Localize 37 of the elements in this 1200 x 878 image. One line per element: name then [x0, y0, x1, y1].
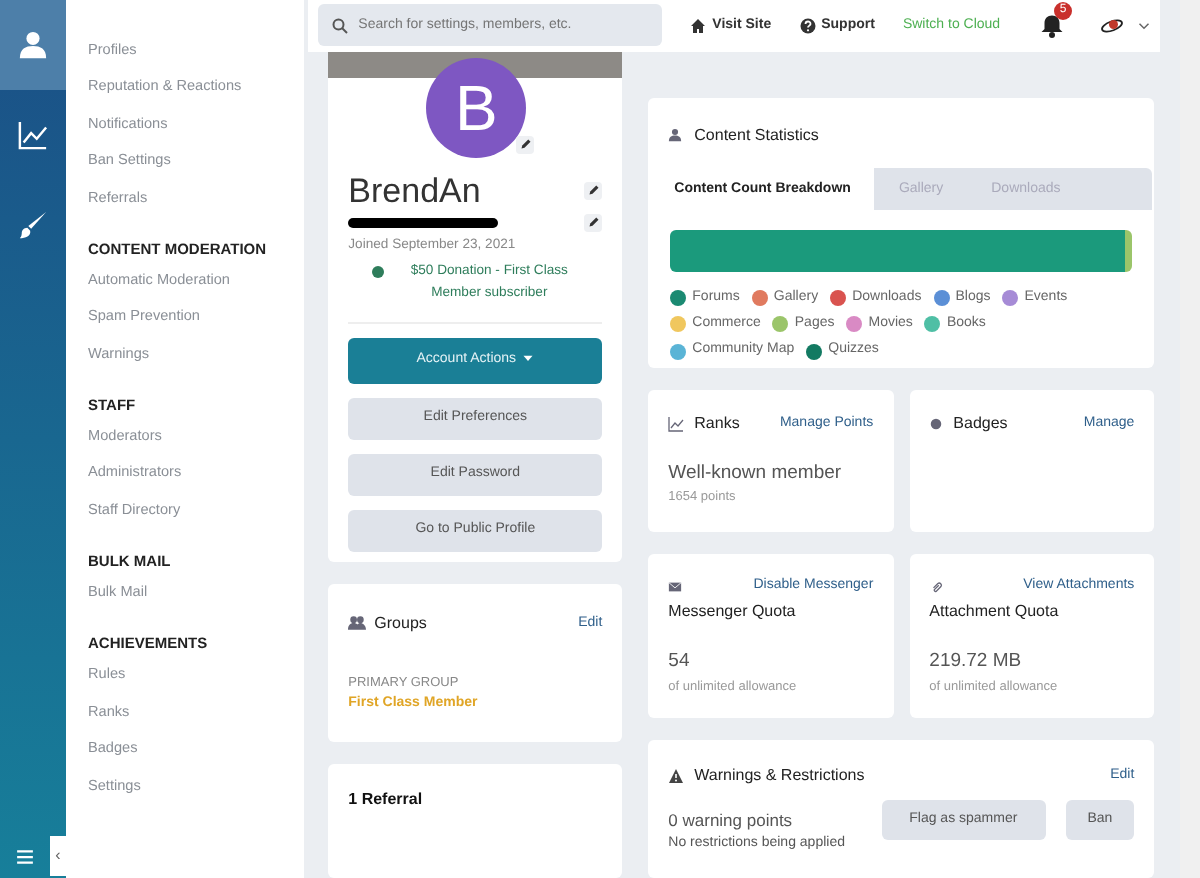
- home-icon: [690, 17, 707, 34]
- card-title: Content Statistics: [694, 123, 819, 148]
- card-title: Attachment Quota: [929, 600, 1061, 625]
- paperclip-icon: [929, 579, 944, 593]
- menu-icon[interactable]: [16, 847, 34, 865]
- pencil-icon: [587, 184, 600, 197]
- help-icon: [799, 17, 816, 34]
- status-dot: [372, 265, 385, 278]
- edit-email-button[interactable]: [584, 213, 603, 232]
- quota-value: 54: [668, 648, 692, 677]
- caret-icon: [1138, 19, 1151, 32]
- warning-icon: [668, 767, 685, 784]
- edit-name-button[interactable]: [584, 181, 603, 200]
- envelope-icon: [668, 579, 683, 593]
- quota-value: 219.72 MB: [929, 648, 1024, 677]
- line-chart-icon: [18, 120, 48, 150]
- card-title: Groups: [374, 611, 427, 636]
- brush-icon: [18, 210, 48, 240]
- collapse-button[interactable]: ‹: [50, 836, 66, 876]
- card-title: 1 Referral: [348, 787, 425, 812]
- bell-icon[interactable]: [1040, 13, 1065, 38]
- avatar-edit-button[interactable]: [516, 135, 535, 154]
- user-icon: [18, 30, 48, 60]
- member-name: BrendAn: [348, 173, 481, 208]
- line-chart-icon: [668, 415, 685, 432]
- card-title: Ranks: [694, 411, 740, 436]
- rank-name: Well-known member: [668, 459, 844, 488]
- card-title: Warnings & Restrictions: [694, 763, 865, 788]
- people-icon: [348, 614, 367, 633]
- card-title: Messenger Quota: [668, 600, 798, 625]
- card-title: Badges: [953, 411, 1008, 436]
- user-icon: [668, 128, 683, 143]
- badge-icon: [929, 417, 942, 430]
- pencil-icon: [519, 138, 532, 151]
- pencil-icon: [587, 216, 600, 229]
- caret-icon: [522, 352, 535, 365]
- warning-points: 0 warning points: [668, 807, 795, 833]
